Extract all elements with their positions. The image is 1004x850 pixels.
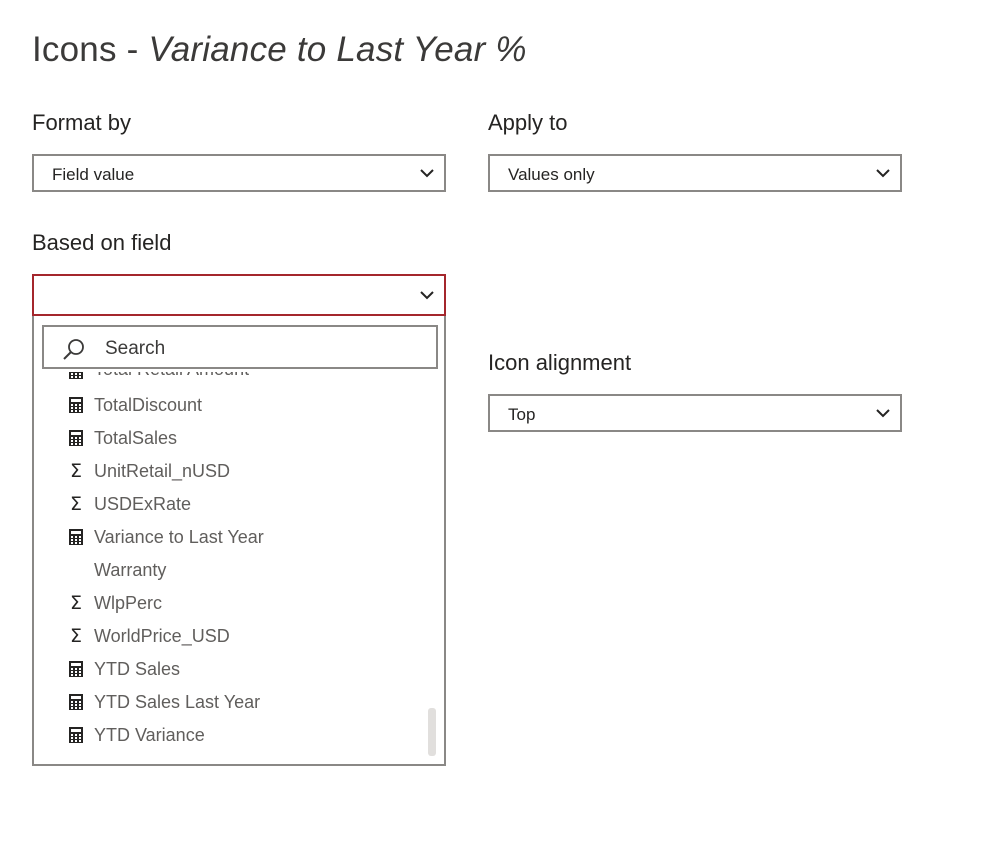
based-on-field-select[interactable] [32,274,446,316]
list-item[interactable]: YTD Sales Last Year [34,687,426,720]
search-placeholder: Search [105,338,166,359]
chevron-down-icon [420,291,434,300]
apply-to-select[interactable]: Values only [488,154,902,192]
list-item-label: Total Retail Amount [94,372,249,380]
list-item[interactable]: Warranty [34,555,426,588]
calculator-icon [69,727,83,743]
calculator-icon [69,372,83,379]
list-item-label: YTD Sales Last Year [94,692,261,712]
list-item[interactable]: Σ UnitRetail_nUSD [34,456,426,489]
sigma-icon: Σ [69,592,82,614]
chevron-down-icon [420,169,434,178]
list-item-label: YTD Variance [94,725,205,745]
list-item-label: WlpPerc [94,593,163,613]
list-item-label: UnitRetail_nUSD [94,461,231,481]
list-item-label: Warranty [94,560,167,580]
list-item-label: YTD Sales [94,659,181,679]
search-input[interactable]: Search [42,325,438,369]
page-title: Icons - Variance to Last Year % [32,30,527,70]
calculator-icon [69,694,83,710]
sigma-icon: Σ [69,625,82,647]
sigma-icon: Σ [69,460,82,482]
list-item-label: Variance to Last Year [94,527,264,547]
format-by-select[interactable]: Field value [32,154,446,192]
apply-to-value: Values only [508,165,595,184]
list-item[interactable]: Variance to Last Year [34,522,426,555]
list-item[interactable]: TotalSales [34,423,426,456]
calculator-icon [69,529,83,545]
apply-to-label: Apply to [488,110,568,135]
list-item-label: TotalDiscount [94,395,203,415]
calculator-icon [69,661,83,677]
field-dropdown-panel: Search Total Retail Amount TotalDiscount… [32,316,446,766]
list-item-label: TotalSales [94,428,178,448]
chevron-down-icon [876,169,890,178]
title-prefix: Icons [32,30,117,69]
icon-alignment-label: Icon alignment [488,350,632,375]
chevron-down-icon [876,409,890,418]
list-item[interactable]: Σ WorldPrice_USD [34,621,426,654]
list-item[interactable]: Σ WlpPerc [34,588,426,621]
title-measure: Variance to Last Year % [148,30,527,69]
format-by-value: Field value [52,165,135,184]
calculator-icon [69,430,83,446]
sigma-icon: Σ [69,493,82,515]
list-item[interactable]: YTD Sales [34,654,426,687]
list-item[interactable]: YTD Variance [34,720,426,753]
list-item-label: WorldPrice_USD [94,626,230,646]
search-icon [63,339,84,360]
scrollbar-thumb[interactable] [428,708,436,756]
list-item-label: USDExRate [94,494,192,514]
title-separator: - [126,30,139,69]
calculator-icon [69,397,83,413]
icon-alignment-select[interactable]: Top [488,394,902,432]
format-by-label: Format by [32,110,132,135]
field-list: Total Retail Amount TotalDiscount TotalS… [34,372,426,764]
based-on-field-label: Based on field [32,230,172,255]
list-item[interactable]: TotalDiscount [34,390,426,423]
list-item[interactable]: Σ USDExRate [34,489,426,522]
icon-alignment-value: Top [508,405,536,424]
